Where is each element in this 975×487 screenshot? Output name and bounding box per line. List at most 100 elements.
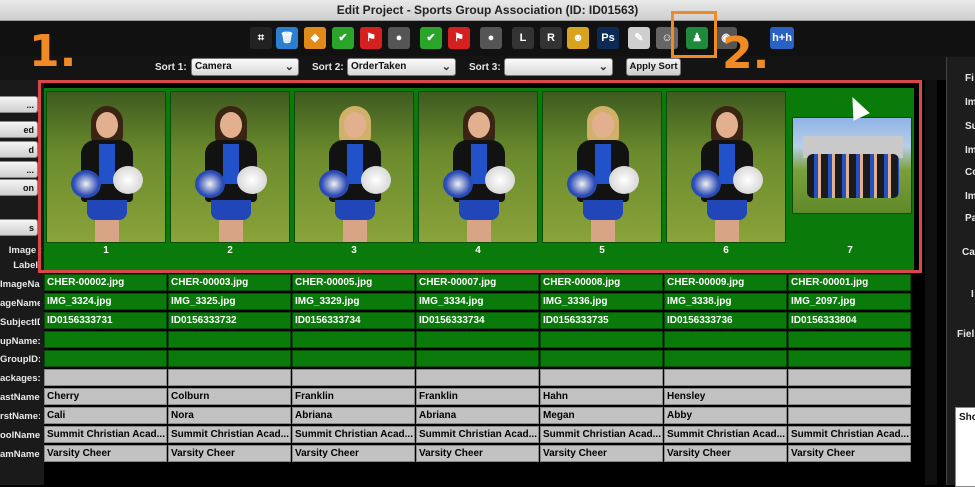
- grid-cell-teamname[interactable]: Varsity Cheer: [540, 445, 663, 462]
- grid-cell-firstname[interactable]: Nora: [168, 407, 291, 424]
- grid-cell-schoolname[interactable]: Summit Christian Acad...: [664, 426, 787, 443]
- clock-r-icon[interactable]: R: [540, 27, 562, 49]
- vertical-scrollbar[interactable]: [925, 80, 937, 485]
- grid-cell-firstname[interactable]: Abriana: [292, 407, 415, 424]
- grid-cell-subjectid[interactable]: ID0156333735: [540, 312, 663, 329]
- grid-cell-stagename[interactable]: IMG_3334.jpg: [416, 293, 539, 310]
- grid-cell-groupid[interactable]: [540, 350, 663, 367]
- grid-cell-teamname[interactable]: Varsity Cheer: [168, 445, 291, 462]
- grid-cell-packages[interactable]: [416, 369, 539, 386]
- left-action-button[interactable]: ...: [0, 161, 38, 178]
- grid-cell-schoolname[interactable]: Summit Christian Acad...: [168, 426, 291, 443]
- check-alt-icon[interactable]: ✔: [420, 27, 442, 49]
- grid-cell-groupname[interactable]: [292, 331, 415, 348]
- left-action-button[interactable]: d: [0, 141, 38, 158]
- grid-cell-subjectid[interactable]: ID0156333732: [168, 312, 291, 329]
- photoshop-icon[interactable]: Ps: [597, 27, 619, 49]
- hh-icon[interactable]: h+h: [770, 27, 794, 49]
- grid-cell-firstname[interactable]: Cali: [44, 407, 167, 424]
- grid-cell-teamname[interactable]: Varsity Cheer: [788, 445, 911, 462]
- people-icon[interactable]: ☻: [567, 27, 589, 49]
- grid-cell-lastname[interactable]: Franklin: [292, 388, 415, 405]
- grid-cell-packages[interactable]: [664, 369, 787, 386]
- grid-cell-lastname[interactable]: Cherry: [44, 388, 167, 405]
- grid-cell-firstname[interactable]: Megan: [540, 407, 663, 424]
- grid-cell-lastname[interactable]: Hahn: [540, 388, 663, 405]
- cheerleader-photo-thumbnail[interactable]: [294, 91, 414, 243]
- group-photo-thumbnail[interactable]: [792, 117, 912, 214]
- grid-cell-lastname[interactable]: Franklin: [416, 388, 539, 405]
- grid-cell-teamname[interactable]: Varsity Cheer: [416, 445, 539, 462]
- grid-cell-packages[interactable]: [540, 369, 663, 386]
- cheerleader-photo-thumbnail[interactable]: [170, 91, 290, 243]
- sort3-select[interactable]: ⌄: [504, 58, 613, 76]
- grid-cell-lastname[interactable]: Colburn: [168, 388, 291, 405]
- grid-cell-stagename[interactable]: IMG_3336.jpg: [540, 293, 663, 310]
- grid-cell-packages[interactable]: [788, 369, 911, 386]
- grid-cell-teamname[interactable]: Varsity Cheer: [664, 445, 787, 462]
- left-action-button[interactable]: s: [0, 219, 38, 236]
- grid-cell-imagename[interactable]: CHER-00007.jpg: [416, 274, 539, 291]
- grid-cell-subjectid[interactable]: ID0156333804: [788, 312, 911, 329]
- grid-cell-groupid[interactable]: [292, 350, 415, 367]
- grid-cell-stagename[interactable]: IMG_3329.jpg: [292, 293, 415, 310]
- grid-cell-stagename[interactable]: IMG_3338.jpg: [664, 293, 787, 310]
- grid-cell-stagename[interactable]: IMG_2097.jpg: [788, 293, 911, 310]
- left-action-button[interactable]: on: [0, 179, 38, 196]
- grid-cell-subjectid[interactable]: ID0156333734: [292, 312, 415, 329]
- cheerleader-photo-thumbnail[interactable]: [666, 91, 786, 243]
- grid-cell-firstname[interactable]: [788, 407, 911, 424]
- cheerleader-photo-thumbnail[interactable]: [418, 91, 538, 243]
- cheerleader-photo-thumbnail[interactable]: [542, 91, 662, 243]
- grid-cell-firstname[interactable]: Abriana: [416, 407, 539, 424]
- grid-cell-stagename[interactable]: IMG_3325.jpg: [168, 293, 291, 310]
- grid-cell-teamname[interactable]: Varsity Cheer: [44, 445, 167, 462]
- grid-cell-imagename[interactable]: CHER-00008.jpg: [540, 274, 663, 291]
- grid-cell-groupname[interactable]: [44, 331, 167, 348]
- grid-cell-subjectid[interactable]: ID0156333731: [44, 312, 167, 329]
- grid-cell-imagename[interactable]: CHER-00009.jpg: [664, 274, 787, 291]
- note-icon[interactable]: ✎: [628, 27, 650, 49]
- grid-cell-groupid[interactable]: [168, 350, 291, 367]
- grid-cell-groupid[interactable]: [788, 350, 911, 367]
- grid-cell-groupid[interactable]: [416, 350, 539, 367]
- grid-cell-packages[interactable]: [44, 369, 167, 386]
- group-pose-icon[interactable]: ♟: [686, 27, 708, 49]
- cheerleader-photo-thumbnail[interactable]: [46, 91, 166, 243]
- clock-l-icon[interactable]: L: [512, 27, 534, 49]
- grid-cell-groupid[interactable]: [664, 350, 787, 367]
- apply-sort-button[interactable]: Apply Sort: [626, 58, 681, 76]
- grid-cell-subjectid[interactable]: ID0156333736: [664, 312, 787, 329]
- grid-cell-packages[interactable]: [168, 369, 291, 386]
- tag-icon[interactable]: ◆: [304, 27, 326, 49]
- grid-cell-groupid[interactable]: [44, 350, 167, 367]
- grid-cell-groupname[interactable]: [168, 331, 291, 348]
- grid-cell-schoolname[interactable]: Summit Christian Acad...: [44, 426, 167, 443]
- check-icon[interactable]: ✔: [332, 27, 354, 49]
- trash-icon[interactable]: 🗑: [276, 27, 298, 49]
- grey-person-icon[interactable]: ●: [388, 27, 410, 49]
- left-action-button[interactable]: ed: [0, 121, 38, 138]
- grid-cell-lastname[interactable]: [788, 388, 911, 405]
- grid-cell-schoolname[interactable]: Summit Christian Acad...: [292, 426, 415, 443]
- grid-cell-subjectid[interactable]: ID0156333734: [416, 312, 539, 329]
- person-card-icon[interactable]: ☺: [656, 27, 678, 49]
- grey-person-alt-icon[interactable]: ●: [480, 27, 502, 49]
- show-box[interactable]: Sho: [955, 407, 975, 487]
- grid-cell-groupname[interactable]: [788, 331, 911, 348]
- grid-cell-stagename[interactable]: IMG_3324.jpg: [44, 293, 167, 310]
- grid-cell-imagename[interactable]: CHER-00001.jpg: [788, 274, 911, 291]
- grid-cell-groupname[interactable]: [664, 331, 787, 348]
- grid-cell-groupname[interactable]: [540, 331, 663, 348]
- grid-cell-schoolname[interactable]: Summit Christian Acad...: [788, 426, 911, 443]
- sort1-select[interactable]: Camera ⌄: [191, 58, 299, 76]
- grid-cell-imagename[interactable]: CHER-00002.jpg: [44, 274, 167, 291]
- grid-cell-lastname[interactable]: Hensley: [664, 388, 787, 405]
- grid-cell-imagename[interactable]: CHER-00003.jpg: [168, 274, 291, 291]
- crop-icon[interactable]: ⌗: [250, 27, 272, 49]
- grid-cell-groupname[interactable]: [416, 331, 539, 348]
- flag-alt-icon[interactable]: ⚑: [448, 27, 470, 49]
- flag-icon[interactable]: ⚑: [360, 27, 382, 49]
- left-action-button[interactable]: ...: [0, 96, 38, 113]
- sort2-select[interactable]: OrderTaken ⌄: [347, 58, 456, 76]
